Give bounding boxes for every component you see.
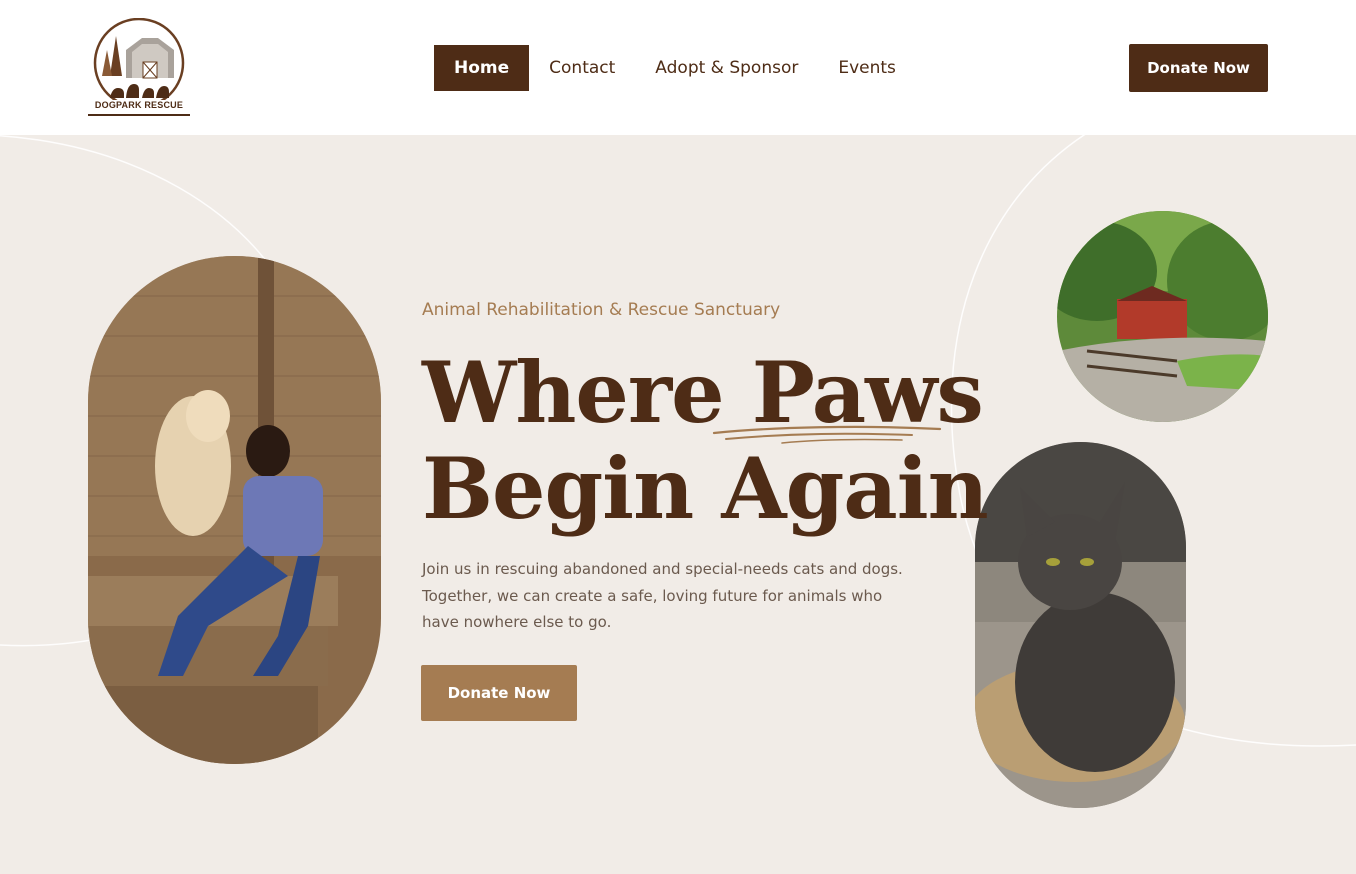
main-nav: Home Contact Adopt & Sponsor Events [434, 45, 916, 91]
gray-cat-image [975, 442, 1186, 808]
nav-item-adopt-sponsor[interactable]: Adopt & Sponsor [635, 45, 818, 91]
logo-text: DOGPARK RESCUE [94, 100, 184, 110]
nav-item-contact[interactable]: Contact [529, 45, 635, 91]
woman-dog-photo [88, 256, 381, 764]
nav-item-home[interactable]: Home [434, 45, 530, 91]
barn-logo-icon [93, 17, 185, 109]
hero-donate-button[interactable]: Donate Now [421, 665, 577, 721]
scribble-underline-icon [712, 425, 942, 444]
cat-photo [975, 442, 1186, 808]
nav-item-events[interactable]: Events [818, 45, 916, 91]
red-barn-farm-image [1057, 211, 1268, 422]
logo-underline [88, 114, 190, 116]
header-donate-button[interactable]: Donate Now [1129, 44, 1268, 92]
hero-eyebrow: Animal Rehabilitation & Rescue Sanctuary [422, 300, 781, 320]
headline-line-2: Begin Again [422, 439, 989, 538]
woman-with-dog-image [88, 256, 381, 764]
logo[interactable]: DOGPARK RESCUE [88, 17, 190, 116]
hero-description: Join us in rescuing abandoned and specia… [422, 560, 903, 631]
site-header: DOGPARK RESCUE Home Contact Adopt & Spon… [0, 0, 1356, 135]
farm-photo [1057, 211, 1268, 422]
